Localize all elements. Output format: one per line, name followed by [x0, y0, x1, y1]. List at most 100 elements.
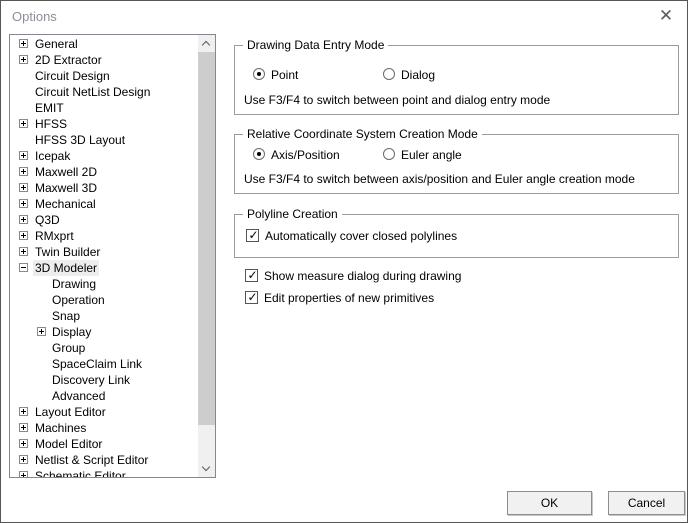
tree-item-label[interactable]: Circuit Design [33, 68, 112, 84]
tree-item-label[interactable]: SpaceClaim Link [50, 356, 144, 372]
tree-item-group[interactable]: Group [10, 340, 198, 356]
tree-item-hfss[interactable]: HFSS [10, 116, 198, 132]
tree-item-label[interactable]: Circuit NetList Design [33, 84, 152, 100]
tree-item-layout-editor[interactable]: Layout Editor [10, 404, 198, 420]
ok-button[interactable]: OK [507, 491, 592, 515]
tree-item-label[interactable]: Operation [50, 292, 107, 308]
tree-item-label[interactable]: HFSS [33, 116, 69, 132]
expand-plus-icon[interactable] [19, 231, 28, 240]
scrollbar-thumb[interactable] [198, 52, 215, 425]
checkbox-edit-properties-of-new-primitives[interactable]: ✓Edit properties of new primitives [245, 291, 434, 305]
checkbox-label: Show measure dialog during drawing [264, 269, 461, 283]
tree-item-label[interactable]: 3D Modeler [33, 260, 99, 276]
expand-plus-icon[interactable] [19, 39, 28, 48]
tree-item-label[interactable]: 2D Extractor [33, 52, 104, 68]
tree-item-label[interactable]: Layout Editor [33, 404, 108, 420]
radio-icon[interactable] [253, 68, 265, 80]
tree-item-emit[interactable]: EMIT [10, 100, 198, 116]
tree-item-model-editor[interactable]: Model Editor [10, 436, 198, 452]
tree-item-hfss-3d-layout[interactable]: HFSS 3D Layout [10, 132, 198, 148]
tree-item-label[interactable]: Machines [33, 420, 88, 436]
tree-item-label[interactable]: HFSS 3D Layout [33, 132, 127, 148]
radio-icon[interactable] [253, 148, 265, 160]
expand-plus-icon[interactable] [19, 151, 28, 160]
tree-item-label[interactable]: Q3D [33, 212, 62, 228]
tree-item-advanced[interactable]: Advanced [10, 388, 198, 404]
tree-item-icepak[interactable]: Icepak [10, 148, 198, 164]
radio-label: Euler angle [401, 148, 462, 162]
tree-item-label[interactable]: Drawing [50, 276, 98, 292]
tree-item-display[interactable]: Display [10, 324, 198, 340]
expand-plus-icon[interactable] [19, 407, 28, 416]
tree-item-label[interactable]: Maxwell 3D [33, 180, 99, 196]
tree-item-label[interactable]: Maxwell 2D [33, 164, 99, 180]
tree-item-mechanical[interactable]: Mechanical [10, 196, 198, 212]
tree-item-label[interactable]: Display [50, 324, 93, 340]
expand-plus-icon[interactable] [19, 439, 28, 448]
tree-item-twin-builder[interactable]: Twin Builder [10, 244, 198, 260]
tree-item-operation[interactable]: Operation [10, 292, 198, 308]
tree-item-circuit-netlist-design[interactable]: Circuit NetList Design [10, 84, 198, 100]
close-icon[interactable]: ✕ [655, 5, 677, 27]
expand-plus-icon[interactable] [19, 167, 28, 176]
tree-item-label[interactable]: Snap [50, 308, 82, 324]
tree-scrollbar[interactable] [198, 35, 215, 477]
expand-plus-icon[interactable] [19, 471, 28, 478]
collapse-minus-icon[interactable] [19, 263, 28, 272]
expand-plus-icon[interactable] [19, 119, 28, 128]
expand-plus-icon[interactable] [19, 55, 28, 64]
check-icon: ✓ [247, 229, 260, 242]
expand-plus-icon[interactable] [19, 215, 28, 224]
tree-item-label[interactable]: Schematic Editor [33, 468, 128, 478]
tree-item-snap[interactable]: Snap [10, 308, 198, 324]
tree-item-spaceclaim-link[interactable]: SpaceClaim Link [10, 356, 198, 372]
tree-item-label[interactable]: Icepak [33, 148, 72, 164]
expand-plus-icon[interactable] [37, 327, 46, 336]
tree-item-machines[interactable]: Machines [10, 420, 198, 436]
checkbox-icon[interactable]: ✓ [245, 291, 258, 304]
radio-icon[interactable] [383, 68, 395, 80]
tree-item-maxwell-3d[interactable]: Maxwell 3D [10, 180, 198, 196]
tree-item-general[interactable]: General [10, 36, 198, 52]
radio-euler-angle[interactable]: Euler angle [383, 148, 462, 162]
check-icon: ✓ [246, 291, 259, 304]
expand-plus-icon[interactable] [19, 455, 28, 464]
checkbox-icon[interactable]: ✓ [246, 229, 259, 242]
tree-item-label[interactable]: RMxprt [33, 228, 76, 244]
scroll-down-button[interactable] [198, 460, 215, 477]
tree-item-label[interactable]: Mechanical [33, 196, 98, 212]
tree-item-discovery-link[interactable]: Discovery Link [10, 372, 198, 388]
radio-dialog[interactable]: Dialog [383, 68, 435, 82]
tree-item-q3d[interactable]: Q3D [10, 212, 198, 228]
radio-point[interactable]: Point [253, 68, 298, 82]
chevron-down-icon [202, 463, 210, 471]
tree-item-label[interactable]: Group [50, 340, 87, 356]
checkbox-automatically-cover-closed-polylines[interactable]: ✓Automatically cover closed polylines [246, 229, 457, 243]
radio-row-drawing-entry: Point Dialog [253, 68, 673, 82]
tree-item-rmxprt[interactable]: RMxprt [10, 228, 198, 244]
expand-plus-icon[interactable] [19, 247, 28, 256]
expand-plus-icon[interactable] [19, 199, 28, 208]
tree-item-2d-extractor[interactable]: 2D Extractor [10, 52, 198, 68]
scroll-up-button[interactable] [198, 35, 215, 52]
tree-item-label[interactable]: Advanced [50, 388, 107, 404]
checkbox-icon[interactable]: ✓ [245, 269, 258, 282]
tree-item-drawing[interactable]: Drawing [10, 276, 198, 292]
tree-item-label[interactable]: Netlist & Script Editor [33, 452, 150, 468]
expand-plus-icon[interactable] [19, 423, 28, 432]
tree-item-label[interactable]: EMIT [33, 100, 66, 116]
radio-axis-position[interactable]: Axis/Position [253, 148, 340, 162]
tree-item-label[interactable]: Twin Builder [33, 244, 102, 260]
cancel-button[interactable]: Cancel [608, 491, 685, 515]
checkbox-show-measure-dialog-during-drawing[interactable]: ✓ Show measure dialog during drawing [245, 269, 461, 283]
tree-item-3d-modeler[interactable]: 3D Modeler [10, 260, 198, 276]
tree-item-circuit-design[interactable]: Circuit Design [10, 68, 198, 84]
tree-item-label[interactable]: General [33, 36, 80, 52]
expand-plus-icon[interactable] [19, 183, 28, 192]
tree-item-label[interactable]: Discovery Link [50, 372, 132, 388]
tree-item-schematic-editor[interactable]: Schematic Editor [10, 468, 198, 478]
tree-item-maxwell-2d[interactable]: Maxwell 2D [10, 164, 198, 180]
tree-item-netlist-script-editor[interactable]: Netlist & Script Editor [10, 452, 198, 468]
radio-icon[interactable] [383, 148, 395, 160]
tree-item-label[interactable]: Model Editor [33, 436, 104, 452]
